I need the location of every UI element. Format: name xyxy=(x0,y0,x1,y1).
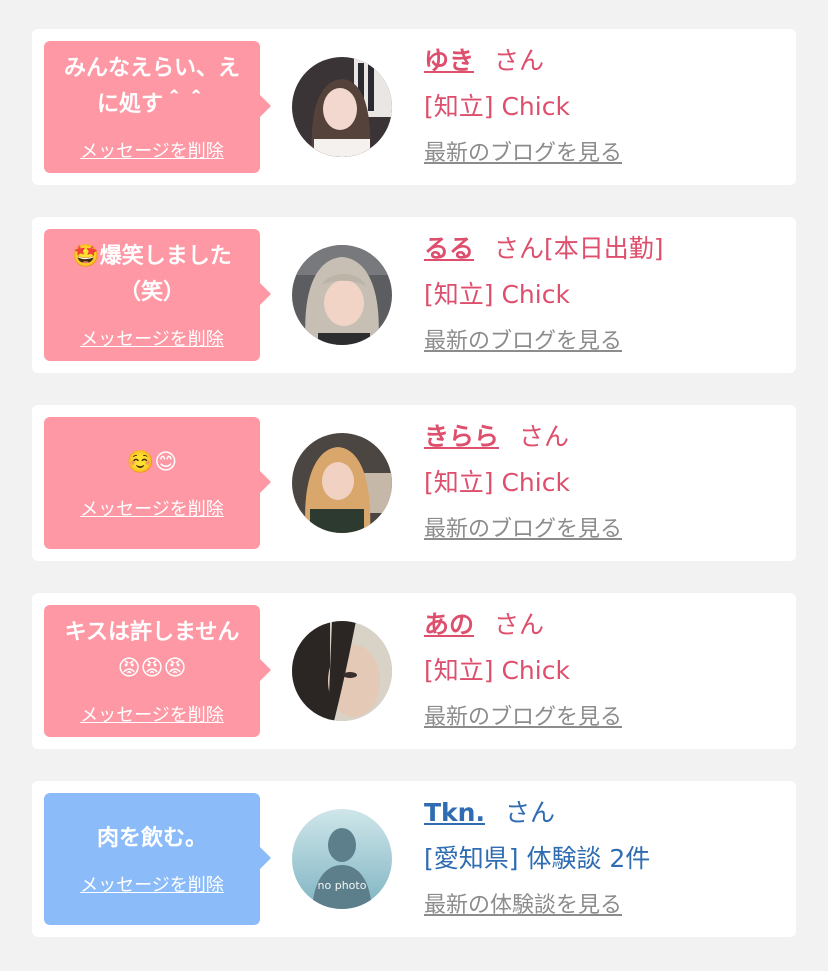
message-bubble: 🤩爆笑しました （笑） メッセージを削除 xyxy=(44,229,271,361)
latest-blog-link[interactable]: 最新のブログを見る xyxy=(424,701,780,735)
profile-photo-icon[interactable] xyxy=(292,57,392,157)
delete-message-link[interactable]: メッセージを削除 xyxy=(80,495,224,521)
latest-review-link[interactable]: 最新の体験談を見る xyxy=(424,889,780,923)
profile-name-link[interactable]: ゆき xyxy=(424,46,474,75)
honorific-label: さん xyxy=(494,46,545,75)
message-text: みんなえらい、え に処す＾＾ xyxy=(63,56,240,117)
message-card: キスは許しません 😡😡😡 メッセージを削除 あの さん [知立] Chick 最新… xyxy=(32,593,796,749)
delete-message-link[interactable]: メッセージを削除 xyxy=(80,871,224,897)
message-bubble: ☺️😊 メッセージを削除 xyxy=(44,417,271,549)
delete-message-link[interactable]: メッセージを削除 xyxy=(80,701,224,727)
profile-name-link[interactable]: きらら xyxy=(424,422,499,451)
honorific-label: さん xyxy=(494,610,545,639)
delete-message-link[interactable]: メッセージを削除 xyxy=(80,325,224,351)
shop-location: [知立] Chick xyxy=(424,280,570,309)
profile-name-link[interactable]: Tkn. xyxy=(424,798,485,827)
latest-blog-link[interactable]: 最新のブログを見る xyxy=(424,325,780,359)
profile-photo-icon[interactable] xyxy=(292,433,392,533)
profile-name-link[interactable]: あの xyxy=(424,610,474,639)
honorific-label: さん xyxy=(504,798,555,827)
message-text: キスは許しません 😡😡😡 xyxy=(64,620,240,681)
message-bubble: 肉を飲む。 メッセージを削除 xyxy=(44,793,271,925)
profile-photo-icon[interactable] xyxy=(292,621,392,721)
message-list: みんなえらい、え に処す＾＾ メッセージを削除 ゆき さん [知立] Chick … xyxy=(0,0,828,971)
review-count-info: [愛知県] 体験談 2件 xyxy=(424,844,651,873)
message-card: 🤩爆笑しました （笑） メッセージを削除 るる さん[本日出勤] [知立] Chi… xyxy=(32,217,796,373)
message-text: ☺️😊 xyxy=(126,450,178,475)
delete-message-link[interactable]: メッセージを削除 xyxy=(80,137,224,163)
message-bubble: キスは許しません 😡😡😡 メッセージを削除 xyxy=(44,605,271,737)
message-text: 🤩爆笑しました （笑） xyxy=(72,244,232,305)
no-photo-icon[interactable]: no photo xyxy=(292,809,392,909)
message-card: 肉を飲む。 メッセージを削除 no photo Tkn. さん [愛知県] 体験… xyxy=(32,781,796,937)
no-photo-caption: no photo xyxy=(318,879,367,892)
latest-blog-link[interactable]: 最新のブログを見る xyxy=(424,513,780,547)
latest-blog-link[interactable]: 最新のブログを見る xyxy=(424,137,780,171)
message-card: みんなえらい、え に処す＾＾ メッセージを削除 ゆき さん [知立] Chick … xyxy=(32,29,796,185)
message-card: ☺️😊 メッセージを削除 きらら さん [知立] Chick 最新のブログを見る xyxy=(32,405,796,561)
honorific-label: さん xyxy=(519,422,570,451)
honorific-label: さん[本日出勤] xyxy=(494,234,664,263)
shop-location: [知立] Chick xyxy=(424,468,570,497)
message-text: 肉を飲む。 xyxy=(96,826,207,851)
shop-location: [知立] Chick xyxy=(424,656,570,685)
profile-name-link[interactable]: るる xyxy=(424,234,474,263)
shop-location: [知立] Chick xyxy=(424,92,570,121)
profile-photo-icon[interactable] xyxy=(292,245,392,345)
message-bubble: みんなえらい、え に処す＾＾ メッセージを削除 xyxy=(44,41,271,173)
